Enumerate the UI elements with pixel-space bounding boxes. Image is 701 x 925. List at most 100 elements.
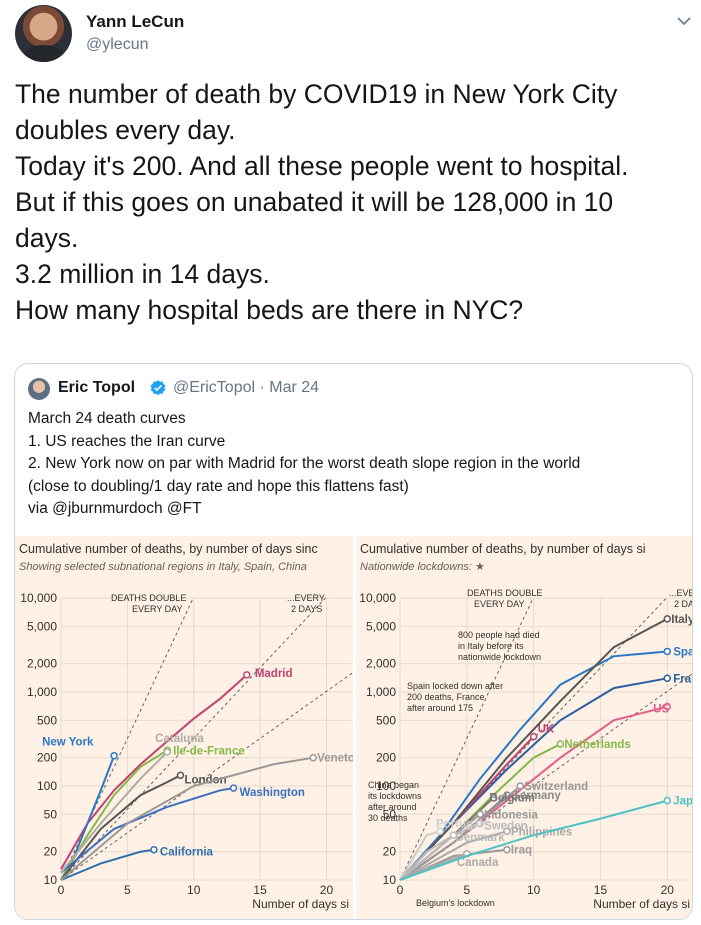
quoted-line: via @jburnmurdoch @FT [28, 500, 202, 517]
chart-annotation: 2 DAYS [674, 599, 693, 609]
y-tick-label: 10,000 [20, 591, 57, 605]
x-tick-label: 5 [463, 883, 470, 897]
chart-annotation: after around [368, 802, 417, 812]
chart-annotation: Belgium's lockdown [416, 898, 495, 908]
series-endpoint [663, 647, 672, 656]
chart-annotation: DEATHS DOUBLE [111, 593, 186, 603]
series-endpoint [110, 751, 118, 760]
y-tick-label: 1,000 [27, 685, 57, 699]
chart-title: Cumulative number of deaths, by number o… [360, 542, 646, 556]
x-tick-label: 20 [661, 883, 675, 897]
series-label: London [184, 774, 226, 786]
series-endpoint [556, 740, 565, 748]
quoted-tweet[interactable]: Eric Topol @EricTopol · Mar 24 March 24 … [14, 363, 693, 920]
chart-annotation: Spain locked down after [407, 681, 503, 691]
quoted-line: (close to doubling/1 day rate and hope t… [28, 477, 409, 495]
x-tick-label: 20 [320, 883, 334, 897]
series-line [60, 674, 248, 870]
chart-annotation: EVERY DAY [132, 604, 183, 614]
y-tick-label: 500 [37, 713, 57, 727]
tweet-line: days. [15, 223, 79, 253]
series-label: UK [538, 724, 555, 736]
series-endpoint [229, 784, 238, 792]
series-endpoint [150, 845, 158, 854]
series-endpoint [243, 671, 251, 679]
y-tick-label: 5,000 [27, 619, 57, 633]
x-axis-label: Number of days si [593, 897, 690, 911]
chart-annotation: 800 people had died [458, 630, 540, 640]
chart-annotation: EVERY DAY [474, 599, 525, 609]
chart-title: Cumulative number of deaths, by number o… [19, 542, 318, 556]
series-endpoint [176, 771, 185, 780]
series-endpoint [503, 827, 511, 836]
series-label: Switzerland [524, 781, 588, 793]
series-endpoint [503, 845, 511, 854]
quoted-avatar[interactable] [28, 378, 50, 400]
quoted-line: March 24 death curves [28, 410, 186, 427]
y-tick-label: 10 [44, 873, 58, 887]
y-tick-label: 200 [376, 751, 396, 765]
x-tick-label: 10 [527, 883, 541, 897]
y-tick-label: 10 [383, 873, 397, 887]
x-tick-label: 10 [187, 883, 201, 897]
series-label: Spain [673, 646, 693, 658]
chart-annotation: ...EVERY [669, 588, 693, 598]
x-tick-label: 15 [253, 883, 267, 897]
chart-annotation: 200 deaths, France [407, 692, 485, 702]
quoted-author-name[interactable]: Eric Topol [58, 379, 135, 397]
y-tick-label: 2,000 [27, 657, 57, 671]
author-name[interactable]: Yann LeCun [86, 12, 184, 32]
chart-annotation: 30 deaths [368, 813, 408, 823]
series-label: Netherlands [564, 739, 630, 751]
series-label: Japan [673, 796, 693, 808]
verified-badge-icon [150, 380, 166, 396]
y-tick-label: 100 [37, 779, 57, 793]
quoted-handle-date[interactable]: @EricTopol · Mar 24 [173, 379, 319, 397]
x-tick-label: 15 [594, 883, 608, 897]
chart-annotation: its lockdowns [368, 791, 422, 801]
chart-annotation: in Italy before its [458, 641, 524, 651]
chart-annotation: 2 DAYS [291, 604, 322, 614]
series-endpoint [663, 796, 672, 805]
chart-left: Cumulative number of deaths, by number o… [19, 542, 353, 911]
chart-annotation: China began [368, 780, 419, 790]
series-line [60, 787, 234, 874]
y-tick-label: 20 [383, 845, 397, 859]
y-tick-label: 500 [376, 713, 396, 727]
tweet-line: The number of death by COVID19 in New Yo… [15, 79, 618, 109]
series-label: Cataluna [155, 733, 204, 745]
y-tick-label: 50 [44, 807, 58, 821]
series-endpoint [516, 782, 525, 790]
tweet[interactable]: Yann LeCun @ylecun The number of death b… [0, 0, 701, 925]
series-endpoint [663, 674, 672, 683]
series-label: Washington [240, 787, 305, 799]
chevron-down-icon[interactable] [675, 12, 693, 30]
chart-annotation: DEATHS DOUBLE [467, 588, 542, 598]
series-label: France [673, 673, 693, 685]
chart-image[interactable]: Cumulative number of deaths, by number o… [15, 536, 693, 919]
chart-subtitle: Showing selected subnational regions in … [19, 561, 307, 573]
quoted-text: March 24 death curves 1. US reaches the … [28, 408, 688, 521]
y-tick-label: 10,000 [359, 591, 396, 605]
chart-annotation: after around 175 [407, 703, 473, 713]
series-label: Canada [457, 857, 499, 869]
x-tick-label: 5 [124, 883, 131, 897]
series-label: Ile-de-France [173, 745, 245, 757]
tweet-line: But if this goes on unabated it will be … [15, 187, 614, 217]
series-label: Portugal [436, 818, 483, 830]
series-endpoint [163, 748, 171, 756]
tweet-line: Today it's 200. And all these people wen… [15, 151, 629, 181]
series-label: Belgium [490, 793, 535, 805]
series-label: California [160, 847, 214, 859]
quoted-line: 2. New York now on par with Madrid for t… [28, 455, 581, 472]
series-label: Madrid [255, 668, 293, 680]
x-tick-label: 0 [58, 883, 65, 897]
series-endpoint [663, 615, 672, 623]
tweet-line: doubles every day. [15, 115, 236, 145]
author-avatar[interactable] [15, 5, 72, 62]
series-label: Denmark [455, 832, 505, 844]
series-label: US [653, 704, 669, 716]
chart-subtitle: Nationwide lockdowns: ★ [360, 561, 485, 573]
y-tick-label: 2,000 [366, 657, 396, 671]
author-handle[interactable]: @ylecun [86, 36, 149, 54]
